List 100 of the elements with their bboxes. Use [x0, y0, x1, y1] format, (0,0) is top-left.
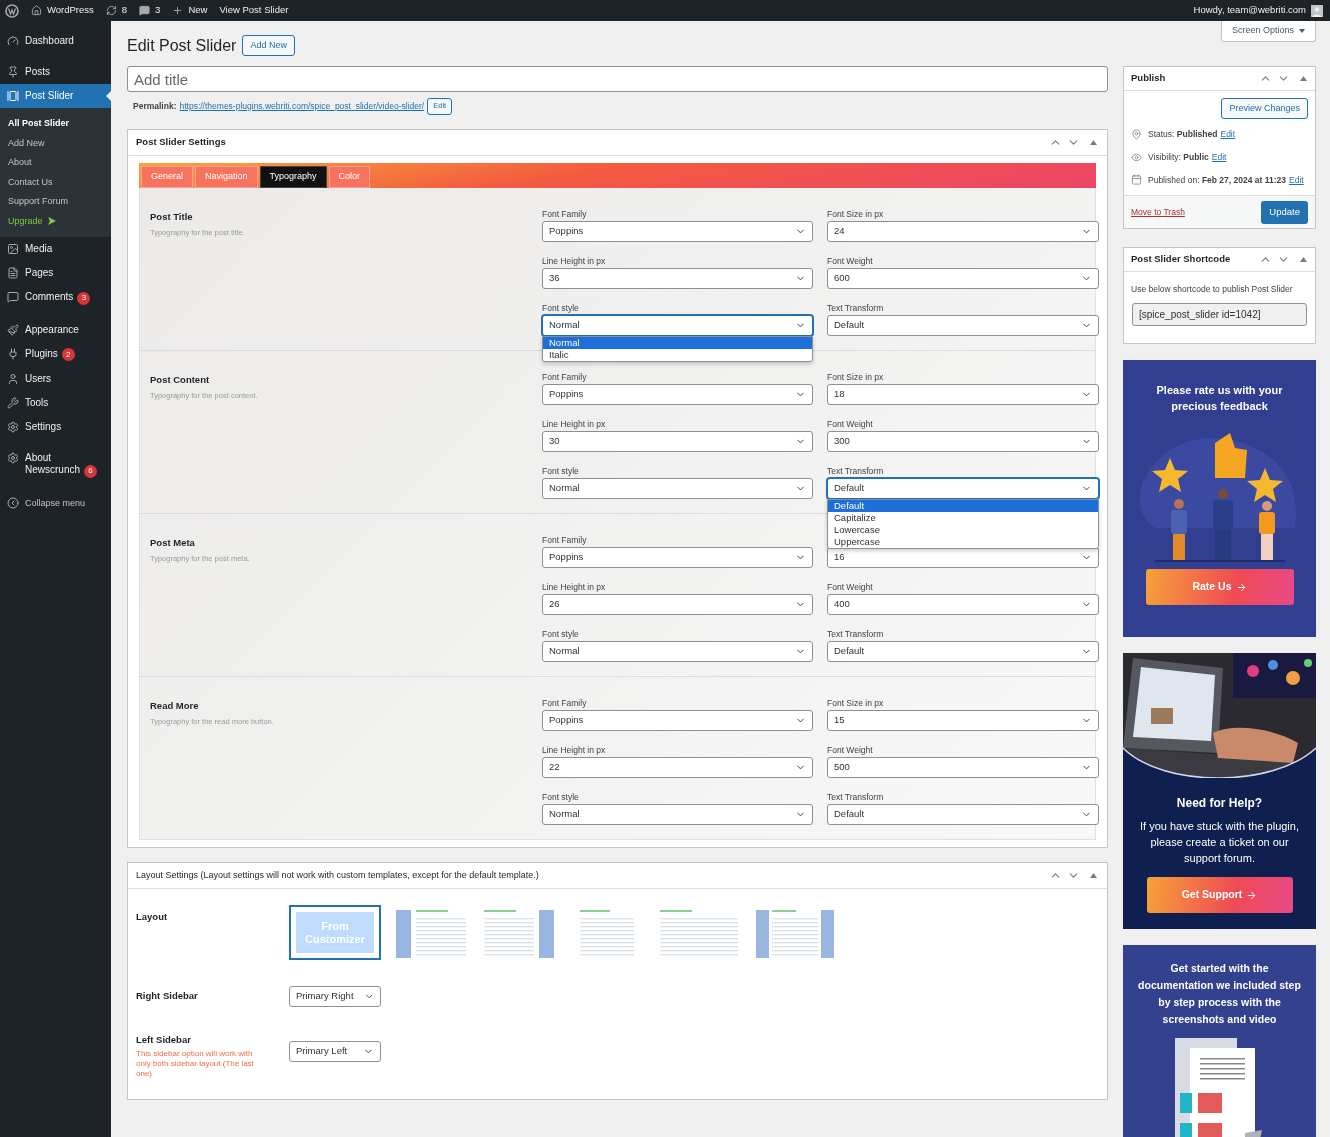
dropdown-option[interactable]: Default [828, 500, 1098, 512]
field-label: Font Family [542, 697, 588, 710]
publish-info: Visibility: Public [1148, 150, 1209, 164]
both-layout-icon [756, 910, 834, 958]
select-field[interactable]: 36 [542, 268, 813, 289]
narrow-layout-icon [580, 910, 634, 958]
menu-item[interactable]: Appearance [0, 317, 111, 342]
panel-title: Publish [1131, 71, 1166, 86]
menu-item[interactable]: Media [0, 237, 111, 261]
menu-item[interactable]: Plugins 2 [0, 341, 111, 367]
menu-item[interactable]: Tools [0, 391, 111, 415]
arrow-right-icon [1235, 581, 1247, 593]
title-input[interactable]: Add title [127, 66, 1108, 92]
field-label: Font Weight [827, 581, 874, 594]
dropdown-option[interactable]: Normal [543, 337, 812, 349]
updates-link[interactable]: 8 [105, 3, 128, 18]
dropdown-option[interactable]: Capitalize [828, 512, 1098, 524]
select-field[interactable]: 30 [542, 431, 813, 452]
field-label: Font Size in px [827, 208, 885, 221]
menu-item[interactable]: Post Slider [0, 84, 111, 108]
menu-item[interactable]: About Newscrunch 6 [0, 446, 111, 484]
edit-link[interactable]: Edit [1211, 150, 1227, 164]
field-label: Text Transform [827, 465, 885, 478]
page-title: Edit Post Slider [127, 35, 237, 56]
calendar-icon [1131, 174, 1142, 186]
avatar-icon[interactable] [1311, 4, 1323, 17]
update-button[interactable]: Update [1261, 200, 1308, 224]
wordpress-logo-icon[interactable] [5, 3, 19, 18]
layout-option[interactable] [393, 907, 469, 961]
dropdown-option[interactable]: Uppercase [828, 536, 1098, 548]
select-field[interactable]: Normal [542, 315, 813, 336]
select-field[interactable]: 22 [542, 757, 813, 778]
menu-item[interactable]: Comments 3 [0, 285, 111, 311]
new-link[interactable]: New [172, 3, 208, 18]
collapse-toggle-icon[interactable] [1090, 140, 1097, 145]
panel-title: Post Slider Settings [136, 135, 226, 150]
play-arrow-icon [47, 217, 56, 226]
screen-options-button[interactable]: Screen Options [1220, 21, 1316, 42]
dropdown-option[interactable]: Lowercase [828, 524, 1098, 536]
collapse-icon [7, 497, 19, 510]
field-label: Font Weight [827, 418, 874, 431]
select-field[interactable]: 15 [827, 710, 1099, 731]
layout-option[interactable] [481, 907, 557, 961]
submenu-item[interactable]: Upgrade [0, 211, 111, 231]
field-label: Font Weight [827, 744, 874, 757]
collapse-toggle-icon[interactable] [1090, 873, 1097, 878]
select-field[interactable]: 18 [827, 384, 1099, 405]
select-field[interactable]: 600 [827, 268, 1099, 289]
dropdown-option[interactable]: Italic [543, 349, 812, 361]
site-link[interactable]: WordPress [31, 3, 94, 18]
layout-option[interactable] [753, 907, 837, 961]
view-post-link[interactable]: View Post Slider [219, 3, 289, 18]
select-field[interactable]: 400 [827, 594, 1099, 615]
tab[interactable]: Typography [259, 166, 327, 188]
select-field[interactable]: Normal [542, 804, 813, 825]
field-label: Text Transform [827, 302, 885, 315]
edit-link[interactable]: Edit [1289, 173, 1304, 187]
submenu-item[interactable]: Add New [0, 133, 111, 153]
collapse-menu-button[interactable]: Collapse menu [0, 490, 111, 516]
select-field[interactable]: Primary Right [289, 986, 381, 1007]
select-field[interactable]: Default [827, 478, 1099, 499]
menu-item[interactable]: Pages [0, 261, 111, 285]
submenu-item[interactable]: Support Forum [0, 192, 111, 212]
select-field[interactable]: Default [827, 804, 1099, 825]
menu-item[interactable]: Posts [0, 60, 111, 84]
refresh-icon [105, 5, 117, 16]
collapse-toggle-icon[interactable] [1300, 76, 1307, 81]
select-field[interactable]: 24 [827, 221, 1099, 242]
menu-item[interactable]: Dashboard [0, 29, 111, 53]
account-link[interactable]: Howdy, team@webriti.com [1193, 3, 1306, 18]
select-field[interactable]: Poppins [542, 384, 813, 405]
move-to-trash-link[interactable]: Move to Trash [1131, 205, 1185, 219]
select-field[interactable]: Poppins [542, 547, 813, 568]
add-new-button[interactable]: Add New [242, 35, 295, 56]
permalink-url[interactable]: https://themes-plugins.webriti.com/spice_post_slider/video-slider/ [179, 99, 425, 113]
preview-changes-button[interactable]: Preview Changes [1221, 98, 1308, 119]
select-field[interactable]: 16 [827, 547, 1099, 568]
promo-text: Get started with the documentation we included step by step process with the screenshots and video [1137, 961, 1302, 1027]
menu-item[interactable]: Users [0, 367, 111, 391]
select-field[interactable]: 26 [542, 594, 813, 615]
select-field[interactable]: Primary Left [289, 1041, 381, 1062]
submenu-item[interactable]: Contact Us [0, 172, 111, 192]
select-field[interactable]: Poppins [542, 710, 813, 731]
edit-link[interactable]: Edit [1220, 128, 1236, 141]
select-field[interactable]: 300 [827, 431, 1099, 452]
select-field[interactable]: Normal [542, 641, 813, 662]
select-field[interactable]: Default [827, 315, 1099, 336]
shortcode-field[interactable]: [spice_post_slider id=1042] [1132, 302, 1307, 326]
submenu-item[interactable]: All Post Slider [0, 114, 111, 134]
comments-link[interactable]: 3 [139, 3, 161, 18]
collapse-toggle-icon[interactable] [1300, 257, 1307, 262]
field-label: Layout [136, 910, 169, 924]
select-field[interactable]: 500 [827, 757, 1099, 778]
select-field[interactable]: Default [827, 641, 1099, 662]
select-field[interactable]: Poppins [542, 221, 813, 242]
menu-item[interactable]: Settings [0, 415, 111, 439]
permalink-label: Permalink: [133, 99, 177, 113]
select-field[interactable]: Normal [542, 478, 813, 499]
submenu-item[interactable]: About [0, 153, 111, 173]
field-label: Font Size in px [827, 697, 885, 710]
